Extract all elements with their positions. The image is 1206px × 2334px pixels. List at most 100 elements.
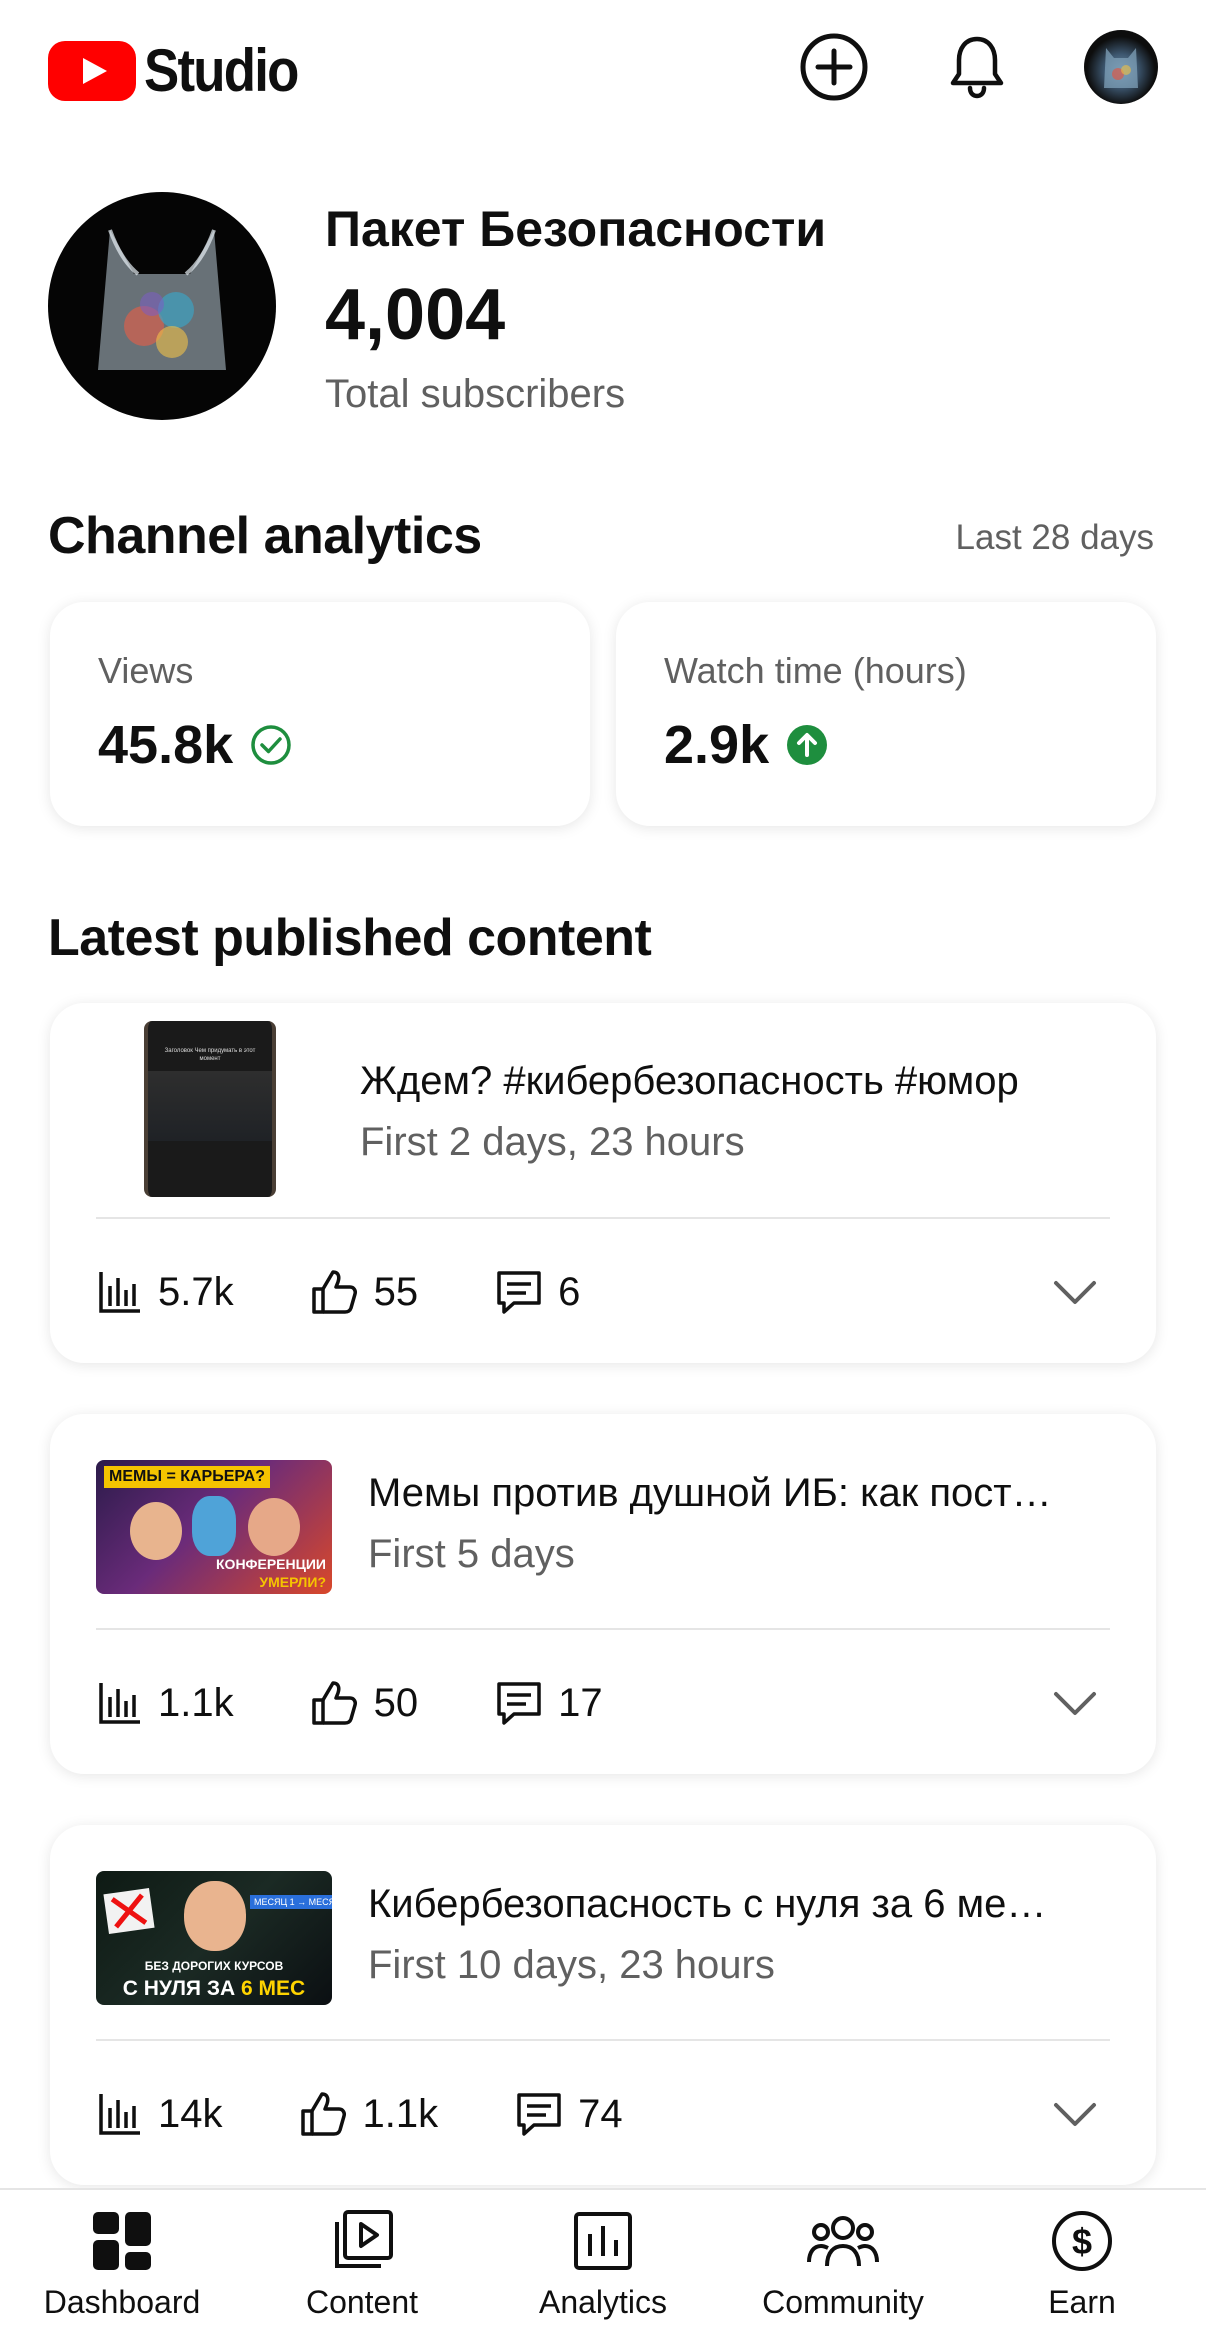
cross-icon [110, 1893, 148, 1929]
thumbnail-subline-2: УМЕРЛИ? [259, 1574, 326, 1590]
comments-metric: 74 [514, 2089, 623, 2139]
logo-text: Studio [144, 37, 299, 104]
nav-earn-label: Earn [1048, 2284, 1116, 2320]
views-label: Views [98, 650, 194, 691]
thumbs-up-icon [311, 1270, 357, 1314]
arrow-up-circle-icon [787, 725, 828, 765]
video-metrics: 5.7k 55 6 [96, 1262, 656, 1322]
watch-time-value-row: 2.9k [664, 714, 829, 776]
likes-count: 50 [373, 1680, 419, 1725]
nav-dashboard-label: Dashboard [43, 2284, 201, 2320]
community-icon [807, 2216, 879, 2267]
thumbnail-person [184, 1881, 246, 1951]
card-divider [96, 1628, 1110, 1630]
video-period: First 5 days [368, 1532, 575, 1576]
views-count: 14k [158, 2091, 223, 2136]
views-count: 5.7k [158, 1269, 234, 1314]
nav-community-label: Community [762, 2284, 924, 2320]
comments-count: 6 [558, 1269, 581, 1314]
thumbnail-scene [148, 1071, 272, 1141]
channel-avatar [48, 192, 276, 420]
video-thumbnail[interactable]: Заголовок Чем придумать в этот момент [144, 1021, 276, 1197]
comment-icon [517, 2093, 561, 2136]
channel-avatar-image [98, 229, 226, 370]
likes-count: 1.1k [362, 2091, 439, 2136]
thumbnail-subline-1: КОНФЕРЕНЦИИ [216, 1556, 326, 1572]
thumbnail-small-text: БЕЗ ДОРОГИХ КУРСОВ [144, 1959, 284, 1973]
likes-metric: 55 [310, 1267, 419, 1317]
watch-time-card[interactable]: Watch time (hours) 2.9k [616, 602, 1156, 826]
video-title: Ждем? #кибербезопасность #юмор [360, 1059, 1019, 1103]
comments-metric: 6 [494, 1267, 580, 1317]
thumbnail-person-right [248, 1498, 300, 1556]
thumbnail-certificate [103, 1887, 155, 1935]
content-icon [335, 2210, 393, 2268]
chevron-down-icon[interactable] [1052, 2099, 1098, 2129]
views-metric: 5.7k [96, 1268, 234, 1316]
analytics-period: Last 28 days [955, 518, 1154, 557]
nav-content[interactable]: Content [252, 2208, 472, 2321]
subscribers-label: Total subscribers [325, 372, 626, 416]
thumbnail-tag: МЕСЯЦ 1 → МЕСЯЦ 6 [250, 1895, 332, 1909]
content-item[interactable]: МЕСЯЦ 1 → МЕСЯЦ 6 БЕЗ ДОРОГИХ КУРСОВ С Н… [50, 1825, 1156, 2185]
views-metric: 14k [96, 2090, 223, 2138]
thumbs-up-icon [311, 1681, 357, 1725]
views-card[interactable]: Views 45.8k [50, 602, 590, 826]
check-circle-icon [251, 725, 291, 765]
comments-metric: 17 [494, 1678, 603, 1728]
card-divider [96, 2039, 1110, 2041]
likes-metric: 50 [310, 1678, 419, 1728]
nav-dashboard[interactable]: Dashboard [12, 2208, 232, 2321]
account-avatar[interactable] [1084, 30, 1158, 104]
youtube-logo-icon [48, 40, 136, 101]
studio-logo[interactable]: Studio [48, 36, 319, 105]
watch-time-label: Watch time (hours) [664, 650, 967, 691]
thumbnail-headline: МЕМЫ = КАРЬЕРА? [104, 1466, 270, 1488]
video-period: First 10 days, 23 hours [368, 1943, 775, 1987]
video-thumbnail[interactable]: МЕМЫ = КАРЬЕРА? КОНФЕРЕНЦИИ УМЕРЛИ? [96, 1460, 332, 1594]
thumbnail-big-text-main: С НУЛЯ ЗА [122, 1977, 236, 2000]
thumbnail-person-left [130, 1502, 182, 1560]
content-item[interactable]: Заголовок Чем придумать в этот момент Жд… [50, 1003, 1156, 1363]
subscriber-count: 4,004 [325, 275, 506, 355]
views-metric: 1.1k [96, 1679, 234, 1727]
nav-community[interactable]: Community [733, 2208, 953, 2321]
bottom-navigation: Dashboard Content Analytics Community $ … [0, 2188, 1206, 2334]
card-divider [96, 1217, 1110, 1219]
thumbnail-big-text-accent: 6 МЕС [241, 1977, 306, 2000]
bar-chart-icon [99, 1683, 140, 1724]
thumbnail-mascot [192, 1496, 236, 1556]
views-value: 45.8k [98, 715, 234, 775]
video-title: Мемы против душной ИБ: как пост… [368, 1471, 1052, 1515]
chevron-down-icon[interactable] [1052, 1688, 1098, 1718]
comments-count: 17 [558, 1680, 603, 1725]
channel-name: Пакет Безопасности [325, 201, 827, 257]
watch-time-value: 2.9k [664, 715, 770, 775]
video-title: Кибербезопасность с нуля за 6 ме… [368, 1882, 1047, 1926]
nav-content-label: Content [305, 2284, 419, 2320]
avatar-bag-image [1104, 48, 1138, 88]
nav-earn[interactable]: $ Earn [972, 2208, 1192, 2321]
nav-analytics[interactable]: Analytics [493, 2208, 713, 2321]
dashboard-icon [93, 2212, 151, 2270]
bar-chart-icon [99, 2094, 140, 2135]
likes-count: 55 [373, 1269, 419, 1314]
video-metrics: 14k 1.1k 74 [96, 2084, 699, 2144]
chevron-down-icon[interactable] [1052, 1277, 1098, 1307]
video-metrics: 1.1k 50 17 [96, 1673, 679, 1733]
likes-metric: 1.1k [299, 2089, 439, 2139]
video-thumbnail[interactable]: МЕСЯЦ 1 → МЕСЯЦ 6 БЕЗ ДОРОГИХ КУРСОВ С Н… [96, 1871, 332, 2005]
top-bar: Studio [0, 0, 1206, 135]
views-count: 1.1k [158, 1680, 234, 1725]
comment-icon [497, 1682, 541, 1725]
thumbs-up-icon [300, 2092, 346, 2136]
channel-analytics-title: Channel analytics [48, 507, 482, 565]
create-icon[interactable] [797, 30, 871, 104]
latest-content-title: Latest published content [48, 909, 652, 967]
content-item[interactable]: МЕМЫ = КАРЬЕРА? КОНФЕРЕНЦИИ УМЕРЛИ? Мемы… [50, 1414, 1156, 1774]
notifications-bell-icon[interactable] [940, 30, 1014, 104]
thumbnail-caption: Заголовок Чем придумать в этот момент [164, 1048, 256, 1062]
bar-chart-icon [99, 1272, 140, 1313]
views-value-row: 45.8k [98, 714, 293, 776]
video-period: First 2 days, 23 hours [360, 1120, 745, 1164]
